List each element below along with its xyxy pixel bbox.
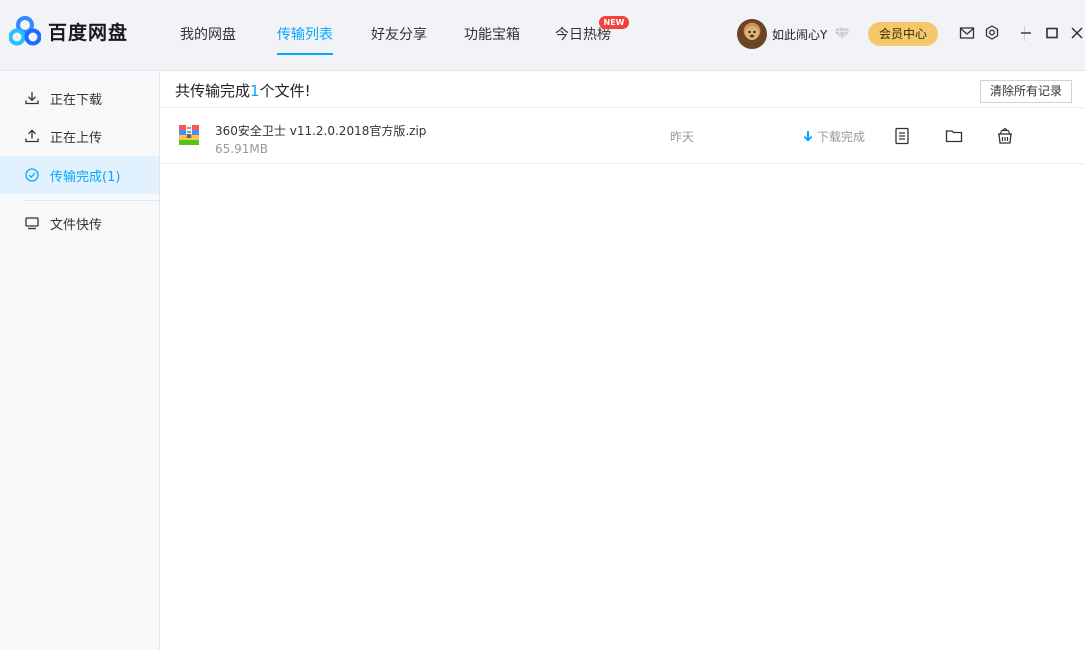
- delete-record-icon[interactable]: [996, 127, 1014, 145]
- sidebar-item-uploading[interactable]: 正在上传: [0, 117, 159, 155]
- vip-diamond-icon[interactable]: [834, 25, 850, 41]
- sidebar-divider: [24, 200, 159, 201]
- close-icon[interactable]: [1068, 24, 1085, 42]
- sidebar-item-quick-transfer[interactable]: 文件快传: [0, 204, 159, 242]
- summary-prefix: 共传输完成: [175, 82, 250, 100]
- username[interactable]: 如此闹心Y: [772, 26, 827, 43]
- upload-icon: [24, 128, 40, 144]
- open-file-icon[interactable]: [893, 127, 911, 145]
- file-row[interactable]: 360安全卫士 v11.2.0.2018官方版.zip 65.91MB 昨天 下…: [160, 108, 1085, 164]
- avatar[interactable]: [737, 19, 767, 49]
- sidebar-item-label: 正在下载: [50, 89, 102, 108]
- app-logo: 百度网盘: [9, 16, 128, 46]
- sidebar-item-label: 正在上传: [50, 127, 102, 146]
- monitor-icon: [24, 215, 40, 231]
- top-bar: 百度网盘 我的网盘 传输列表 好友分享 功能宝箱 今日热榜 NEW 如此闹心Y …: [0, 0, 1085, 71]
- file-status-label: 下载完成: [817, 128, 865, 145]
- zip-archive-icon: [179, 125, 199, 145]
- file-size: 65.91MB: [215, 142, 268, 156]
- sidebar-item-downloading[interactable]: 正在下载: [0, 79, 159, 117]
- file-status: 下载完成: [802, 128, 865, 145]
- download-icon: [24, 90, 40, 106]
- baidu-netdisk-logo-icon: [9, 16, 41, 46]
- download-arrow-icon: [802, 130, 814, 144]
- file-name: 360安全卫士 v11.2.0.2018官方版.zip: [215, 122, 426, 139]
- maximize-icon[interactable]: [1043, 24, 1061, 42]
- open-folder-icon[interactable]: [945, 127, 963, 145]
- app-window: 百度网盘 我的网盘 传输列表 好友分享 功能宝箱 今日热榜 NEW 如此闹心Y …: [0, 0, 1085, 650]
- avatar-image-icon: [737, 19, 767, 49]
- sidebar: 正在下载 正在上传 传输完成(1) 文件快传: [0, 72, 160, 650]
- active-tab-indicator: [277, 53, 333, 55]
- new-badge: NEW: [599, 16, 629, 29]
- clear-all-records-button[interactable]: 清除所有记录: [980, 80, 1072, 103]
- minimize-icon[interactable]: [1017, 24, 1035, 42]
- tab-my-disk[interactable]: 我的网盘: [180, 24, 236, 44]
- file-time: 昨天: [670, 128, 694, 145]
- tab-transfer-list[interactable]: 传输列表: [277, 24, 333, 44]
- check-circle-icon: [24, 167, 40, 183]
- settings-gear-icon[interactable]: [983, 24, 1001, 42]
- sidebar-item-label: 文件快传: [50, 214, 102, 233]
- mail-icon[interactable]: [958, 24, 976, 42]
- summary-suffix: 个文件!: [260, 82, 311, 100]
- transfer-summary: 共传输完成1个文件!: [175, 80, 311, 101]
- tab-toolbox[interactable]: 功能宝箱: [464, 24, 520, 44]
- vip-center-button[interactable]: 会员中心: [868, 22, 938, 46]
- sidebar-item-completed[interactable]: 传输完成(1): [0, 156, 159, 194]
- sidebar-item-label: 传输完成(1): [50, 166, 120, 185]
- app-name: 百度网盘: [48, 18, 128, 45]
- summary-count: 1: [250, 82, 260, 100]
- tab-friend-share[interactable]: 好友分享: [371, 24, 427, 44]
- transfer-completed-panel: 共传输完成1个文件! 清除所有记录 360安全卫士 v11.2.0.2018官方…: [160, 72, 1085, 650]
